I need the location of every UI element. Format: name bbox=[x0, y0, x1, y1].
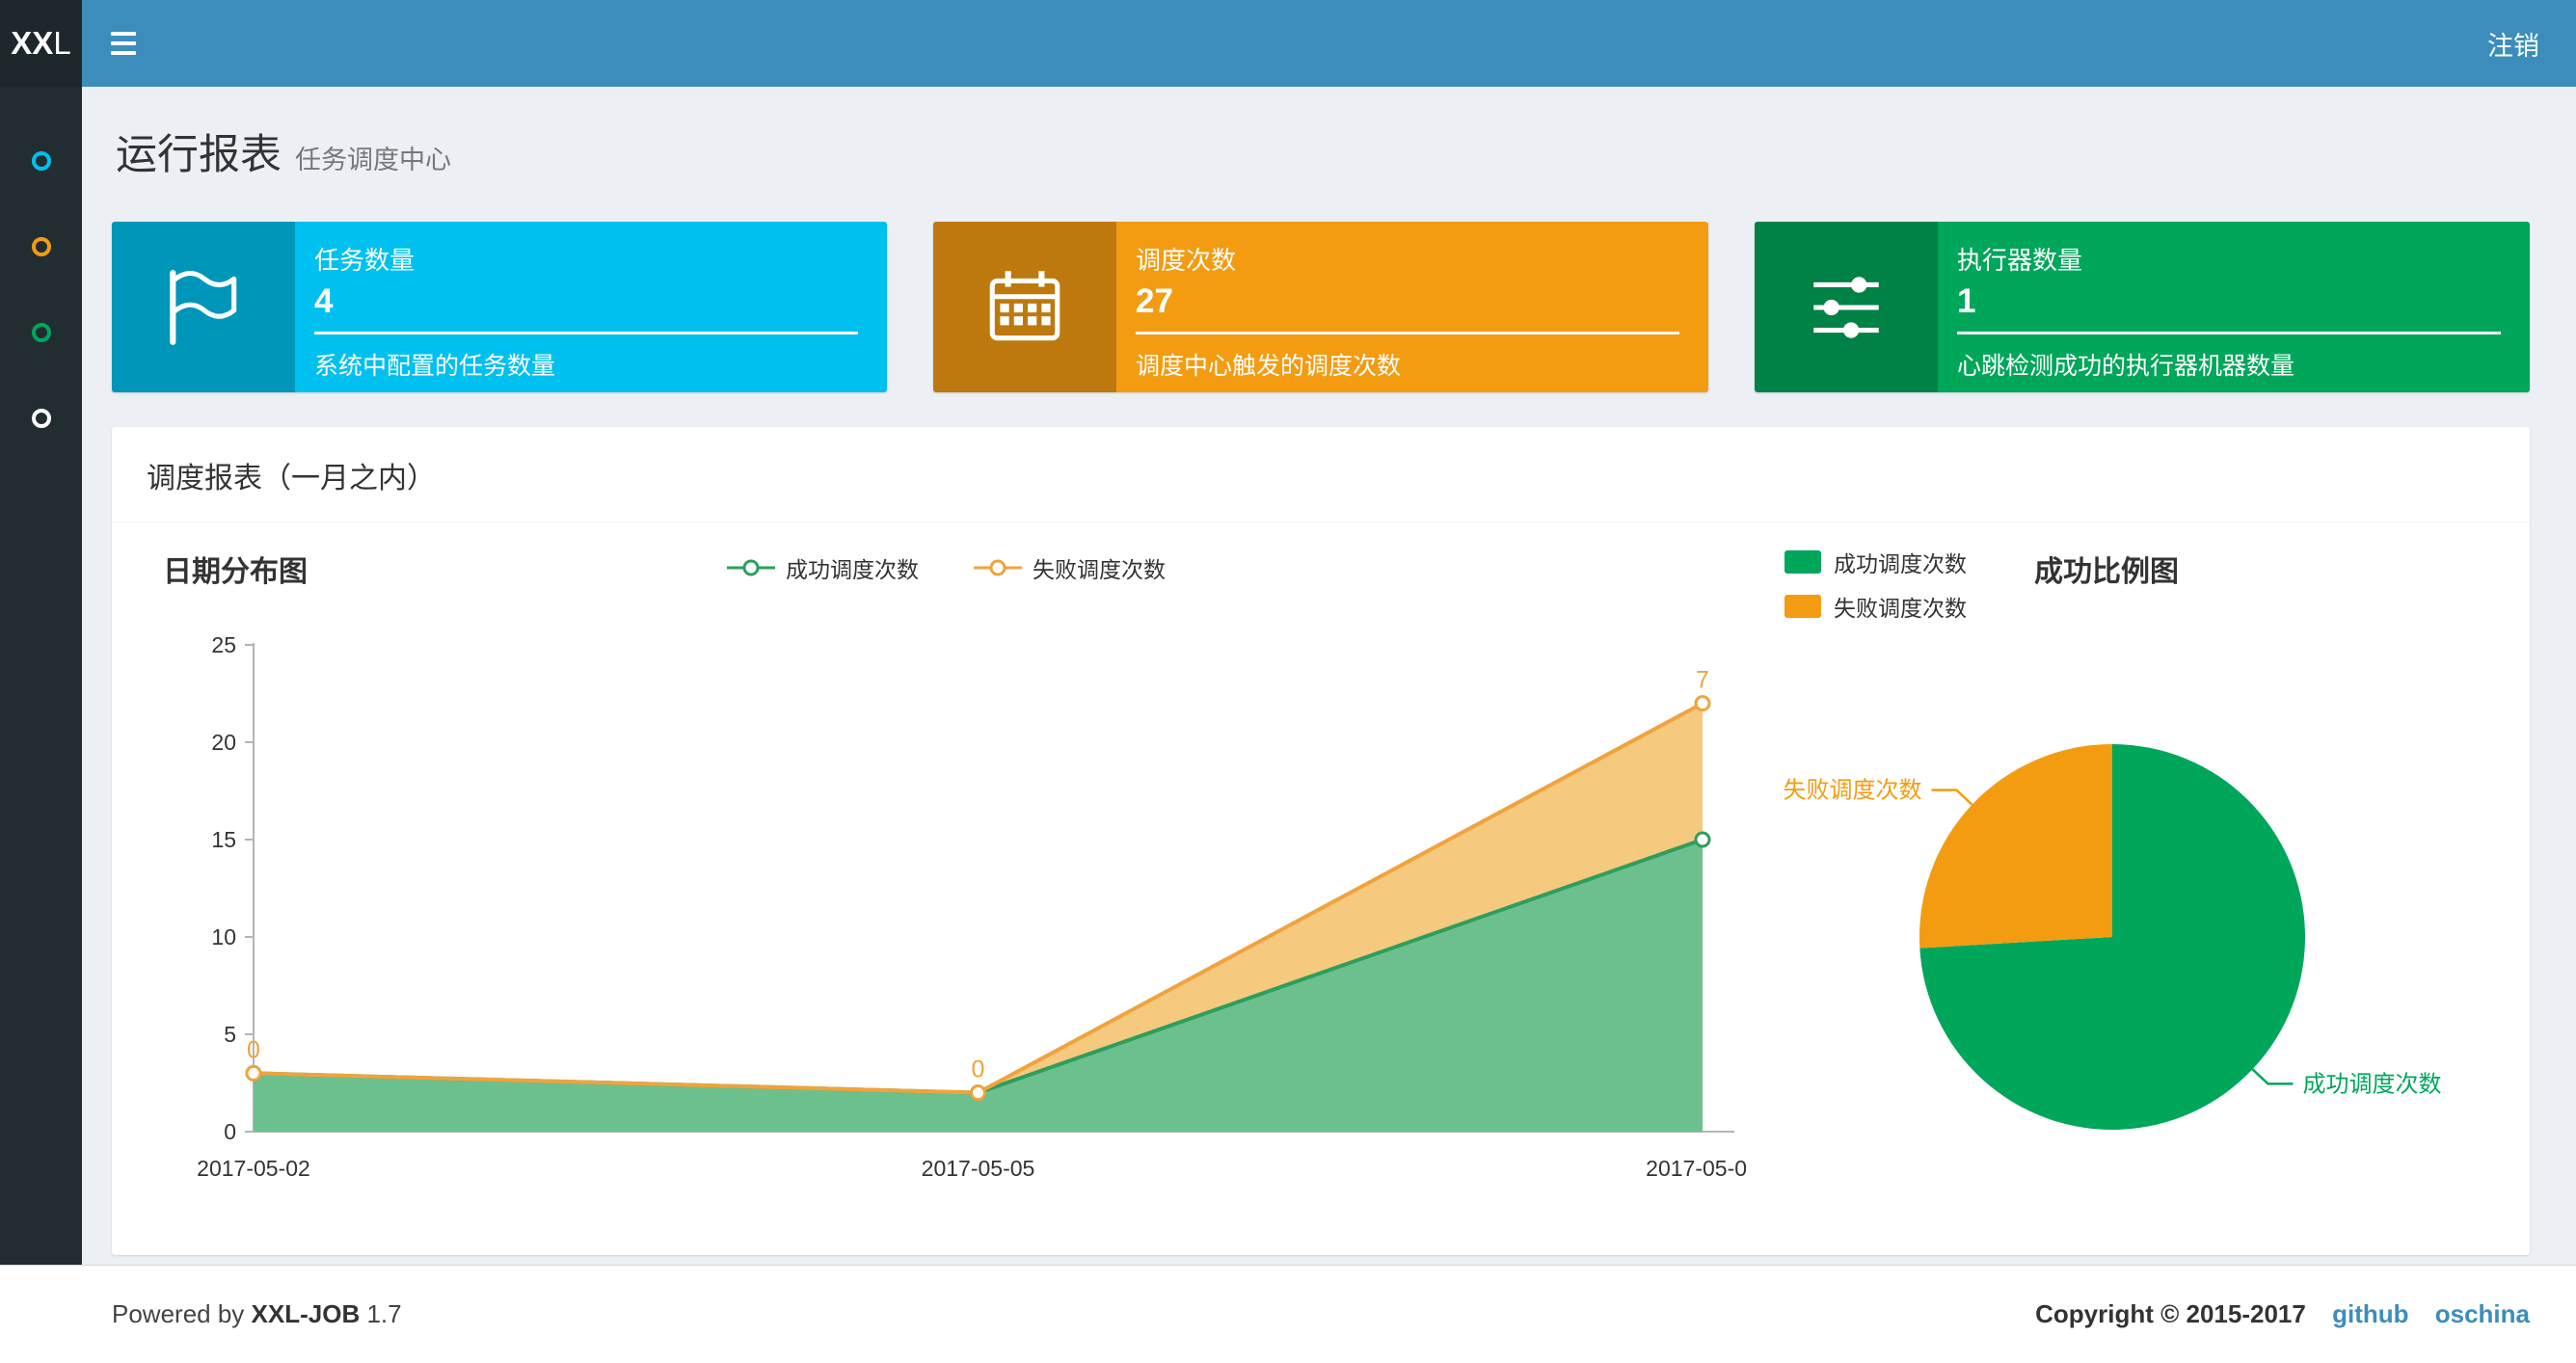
info-box-divider bbox=[1136, 332, 1679, 334]
sidebar-item-3[interactable] bbox=[0, 289, 82, 375]
line-legend-icon bbox=[727, 559, 775, 576]
legend-item-success[interactable]: 成功调度次数 bbox=[726, 551, 919, 584]
product-version: 1.7 bbox=[366, 1299, 402, 1328]
info-box-description: 调度中心触发的调度次数 bbox=[1136, 353, 1402, 380]
oschina-link[interactable]: oschina bbox=[2435, 1299, 2530, 1328]
logo-text-bold: XX bbox=[11, 25, 54, 61]
info-box-divider bbox=[1957, 332, 2501, 334]
sidebar-nav bbox=[0, 87, 82, 1265]
powered-by: Powered by XXL-JOB 1.7 bbox=[112, 1299, 402, 1328]
product-name: XXL-JOB bbox=[251, 1299, 361, 1328]
legend-item-success[interactable]: 成功调度次数 bbox=[1784, 546, 1967, 578]
line-legend-icon bbox=[974, 559, 1022, 576]
sidebar-item-1[interactable] bbox=[0, 118, 82, 203]
svg-text:失败调度次数: 失败调度次数 bbox=[1784, 778, 1922, 804]
flag-icon bbox=[112, 222, 295, 392]
circle-o-icon bbox=[31, 236, 51, 256]
svg-text:2017-05-02: 2017-05-02 bbox=[197, 1156, 310, 1181]
info-box-divider bbox=[314, 332, 858, 334]
page-footer: Powered by XXL-JOB 1.7 Copyright © 2015-… bbox=[0, 1265, 2576, 1363]
svg-text:10: 10 bbox=[211, 924, 236, 949]
sidebar-item-2[interactable] bbox=[0, 203, 82, 289]
pie-chart-title: 成功比例图 bbox=[2034, 556, 2179, 588]
svg-text:0: 0 bbox=[972, 1056, 985, 1083]
info-box-title: 任务数量 bbox=[314, 246, 416, 275]
info-box-value: 4 bbox=[314, 282, 334, 320]
legend-item-fail[interactable]: 失败调度次数 bbox=[1784, 590, 1967, 623]
svg-text:7: 7 bbox=[1696, 667, 1709, 694]
svg-text:15: 15 bbox=[211, 827, 236, 852]
page-title: 运行报表 任务调度中心 bbox=[116, 132, 451, 178]
info-box-title: 执行器数量 bbox=[1957, 246, 2083, 275]
logo-text-light: L bbox=[53, 25, 71, 61]
app-logo[interactable]: XX L bbox=[0, 0, 82, 87]
info-box-value: 1 bbox=[1957, 282, 1976, 320]
pie-chart-legend: 成功调度次数 失败调度次数 bbox=[1784, 546, 1967, 623]
circle-o-icon bbox=[31, 150, 51, 171]
hamburger-icon bbox=[111, 32, 136, 36]
info-box-row: 任务数量 4 系统中配置的任务数量 调度次数 27 调度中心触发的调度次数 执行… bbox=[112, 222, 2530, 392]
info-box-title: 调度次数 bbox=[1136, 246, 1237, 275]
info-box-description: 系统中配置的任务数量 bbox=[314, 353, 556, 380]
content: 运行报表 任务调度中心 任务数量 4 系统中配置的任务数量 调度次数 27 调度… bbox=[82, 87, 2576, 1265]
content-header: 运行报表 任务调度中心 bbox=[112, 121, 2530, 181]
panel-title: 调度报表（一月之内） bbox=[112, 427, 2530, 522]
page-subtitle: 任务调度中心 bbox=[295, 146, 451, 174]
logout-link[interactable]: 注销 bbox=[2487, 25, 2539, 63]
github-link[interactable]: github bbox=[2332, 1299, 2408, 1328]
report-panel: 调度报表（一月之内） 日期分布图 成功调度次数 失败调度次数 0 5 10 15… bbox=[112, 427, 2530, 1255]
xxl-job-dashboard: XX L 注销 运行报表 任务调度中心 任务数量 4 系统中配置的任务数量 调度… bbox=[0, 0, 2576, 1363]
line-chart-canvas[interactable]: 05101520252017-05-022017-05-052017-05-08… bbox=[146, 601, 1746, 1209]
svg-text:25: 25 bbox=[211, 632, 236, 657]
circle-o-icon bbox=[31, 408, 51, 428]
navbar-right: 注销 bbox=[2487, 0, 2576, 87]
info-box-triggers: 调度次数 27 调度中心触发的调度次数 bbox=[933, 222, 1708, 392]
svg-text:成功调度次数: 成功调度次数 bbox=[2302, 1071, 2441, 1097]
top-navbar: XX L 注销 bbox=[0, 0, 2576, 87]
info-box-description: 心跳检测成功的执行器机器数量 bbox=[1957, 353, 2295, 380]
legend-swatch-icon bbox=[1784, 595, 1821, 618]
copyright: Copyright © 2015-2017 github oschina bbox=[2035, 1299, 2530, 1328]
circle-o-icon bbox=[31, 322, 51, 342]
calendar-icon bbox=[933, 222, 1116, 392]
legend-swatch-icon bbox=[1784, 550, 1821, 574]
sidebar-item-4[interactable] bbox=[0, 375, 82, 461]
pie-chart-canvas[interactable]: 成功调度次数 失败调度次数 bbox=[1746, 638, 2488, 1216]
line-chart-legend: 成功调度次数 失败调度次数 bbox=[146, 551, 1746, 584]
info-box-value: 27 bbox=[1136, 282, 1173, 320]
info-box-jobs: 任务数量 4 系统中配置的任务数量 bbox=[112, 222, 887, 392]
svg-text:0: 0 bbox=[247, 1036, 260, 1063]
svg-text:2017-05-08: 2017-05-08 bbox=[1646, 1156, 1746, 1181]
legend-item-fail[interactable]: 失败调度次数 bbox=[973, 551, 1166, 584]
info-box-executors: 执行器数量 1 心跳检测成功的执行器机器数量 bbox=[1755, 222, 2530, 392]
main-area: 运行报表 任务调度中心 任务数量 4 系统中配置的任务数量 调度次数 27 调度… bbox=[0, 87, 2576, 1265]
svg-text:20: 20 bbox=[211, 730, 236, 755]
success-ratio-chart: 成功调度次数 失败调度次数 成功比例图 成功调度次数 失败调度次数 bbox=[1746, 530, 2496, 1216]
sidebar-toggle-button[interactable] bbox=[82, 0, 165, 87]
date-distribution-chart: 日期分布图 成功调度次数 失败调度次数 0 5 10 15 20 25 2017… bbox=[146, 530, 1746, 1216]
svg-text:2017-05-05: 2017-05-05 bbox=[922, 1156, 1035, 1181]
sliders-icon bbox=[1755, 222, 1938, 392]
svg-text:5: 5 bbox=[224, 1022, 236, 1047]
svg-text:0: 0 bbox=[224, 1119, 236, 1144]
